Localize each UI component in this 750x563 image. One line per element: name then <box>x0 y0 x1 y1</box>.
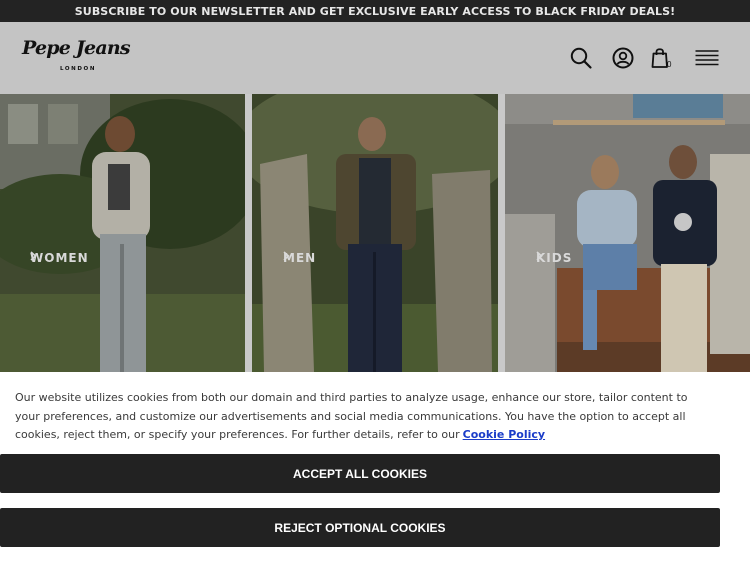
panel-divider <box>245 94 252 372</box>
cookie-text: Our website utilizes cookies from both o… <box>15 389 715 445</box>
chevron-right-icon <box>30 251 37 261</box>
accept-all-cookies-button[interactable]: ACCEPT ALL COOKIES <box>0 454 720 493</box>
search-icon[interactable] <box>569 46 593 70</box>
cookie-banner: Our website utilizes cookies from both o… <box>0 372 750 563</box>
hamburger-menu-icon[interactable] <box>695 46 719 70</box>
cookie-policy-link[interactable]: Cookie Policy <box>463 428 545 441</box>
women-photo <box>0 94 245 372</box>
shopping-bag-icon[interactable]: 0 <box>650 46 674 70</box>
category-label-text: WOMEN <box>30 251 89 265</box>
kids-photo <box>505 94 750 372</box>
announcement-text[interactable]: SUBSCRIBE TO OUR NEWSLETTER AND GET EXCL… <box>75 5 675 18</box>
panel-divider <box>498 94 505 372</box>
category-hero: WOMEN MEN KIDS <box>0 94 750 372</box>
site-header: Pepe Jeans LONDON 0 <box>0 22 750 94</box>
reject-optional-cookies-button[interactable]: REJECT OPTIONAL COOKIES <box>0 508 720 547</box>
category-label-kids[interactable]: KIDS <box>536 251 572 265</box>
category-label-men[interactable]: MEN <box>283 251 316 265</box>
chevron-right-icon <box>283 251 290 261</box>
account-icon[interactable] <box>611 46 635 70</box>
category-label-women[interactable]: WOMEN <box>30 251 89 265</box>
cart-count: 0 <box>667 60 672 69</box>
logo-script: Pepe Jeans <box>22 37 131 59</box>
announcement-bar[interactable]: SUBSCRIBE TO OUR NEWSLETTER AND GET EXCL… <box>0 0 750 22</box>
logo-subtitle: LONDON <box>60 66 97 72</box>
cookie-description: Our website utilizes cookies from both o… <box>15 391 688 441</box>
chevron-right-icon <box>536 251 543 261</box>
men-photo <box>252 94 498 372</box>
category-panel-men[interactable]: MEN <box>252 94 498 372</box>
pepe-jeans-logo[interactable]: Pepe Jeans LONDON <box>22 37 131 77</box>
category-panel-women[interactable]: WOMEN <box>0 94 245 372</box>
category-panel-kids[interactable]: KIDS <box>505 94 750 372</box>
